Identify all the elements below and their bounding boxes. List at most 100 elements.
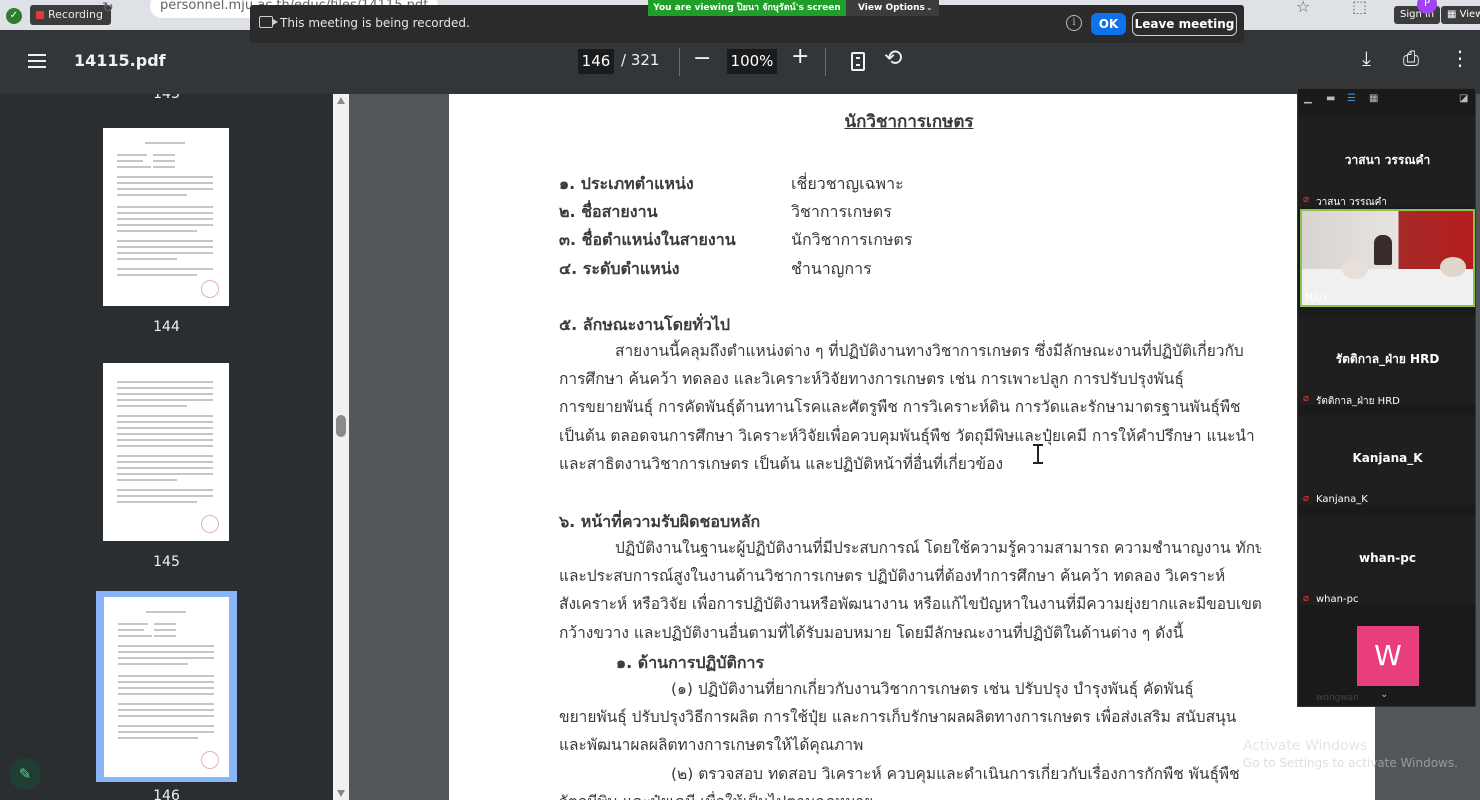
mic-muted-icon: ⌀ (1303, 393, 1310, 404)
zoom-level-input[interactable]: 100% (727, 49, 777, 74)
paragraph-line: สายงานนี้คลุมถึงตำแหน่งต่าง ๆ ที่ปฏิบัติ… (615, 342, 1244, 360)
paragraph-line: กว้างขวาง และปฏิบัติงานอื่นตามที่ได้รับม… (559, 623, 1184, 642)
view-mode-icon[interactable]: ▬ (1326, 93, 1335, 105)
section-heading: ๕. ลักษณะงานโดยทั่วไป (559, 315, 731, 334)
thumbnail-label: 144 (153, 319, 180, 335)
subsection-heading: ๑. ด้านการปฏิบัติการ (616, 653, 765, 672)
paragraph-line: และสาธิตงานวิชาการเกษตร เป็นต้น และปฏิบั… (559, 454, 1004, 473)
view-button[interactable]: ▦ View (1441, 6, 1480, 24)
zoom-out-icon[interactable]: − (693, 46, 711, 71)
field-value: นักวิชาการเกษตร (791, 230, 913, 249)
field-value: ชำนาญการ (791, 259, 872, 278)
participant-tile[interactable]: Kanjana_K ⌀ Kanjana_K (1298, 415, 1475, 505)
bookmark-star-icon[interactable]: ☆ (1296, 0, 1310, 16)
paragraph-line: ขยายพันธุ์ ปรับปรุงวิธีการผลิต การใช้ปุ๋… (559, 708, 1237, 727)
page-total: / 321 (621, 51, 660, 69)
scroll-down-icon[interactable] (337, 790, 345, 797)
camera-icon (259, 16, 278, 28)
participant-display-name: รัตติกาล_ฝ่าย HRD (1335, 352, 1440, 366)
pencil-icon[interactable]: ✎ (9, 758, 41, 790)
leave-meeting-button[interactable]: Leave meeting (1132, 12, 1237, 36)
panel-top-bar: ▁ ▬ ☰ ▦ ◪ (1298, 89, 1475, 111)
paragraph-line: การศึกษา ค้นคว้า ทดลอง และวิเคราะห์วิจัย… (559, 370, 1184, 389)
screen: ✓ Recording ↻ personnel.mju.ac.th/educ/f… (0, 0, 1480, 800)
recording-message: This meeting is being recorded. (280, 16, 470, 30)
more-options-icon[interactable]: ⋮ (1450, 46, 1470, 70)
seal-icon (201, 280, 219, 298)
thumbnail-page[interactable] (103, 128, 229, 306)
thumbnail-page-selected[interactable] (104, 597, 229, 777)
participant-name: รัตติกาล_ฝ่าย HRD (1316, 396, 1400, 407)
fit-page-icon[interactable] (851, 52, 865, 71)
participant-name: wongwan (1316, 693, 1359, 703)
participant-avatar[interactable]: W (1357, 626, 1419, 686)
flower-decoration (1342, 259, 1368, 279)
info-icon[interactable]: i (1066, 15, 1082, 31)
field-label: ๑. ประเภทตำแหน่ง (559, 174, 694, 193)
participant-display-name: Kanjana_K (1352, 451, 1423, 465)
recording-indicator[interactable]: Recording (30, 5, 112, 25)
field-label: ๓. ชื่อตำแหน่งในสายงาน (559, 230, 736, 249)
paragraph-line: และพัฒนาผลผลิตทางการเกษตรให้ได้คุณภาพ (559, 736, 864, 755)
zoom-participant-panel: ▁ ▬ ☰ ▦ ◪ วาสนา วรรณคำ ⌀ วาสนา วรรณคำ MJ… (1297, 88, 1476, 707)
speaker-view-icon[interactable]: ☰ (1347, 93, 1356, 105)
participant-name: Kanjana_K (1316, 494, 1368, 505)
mic-muted-icon: ⌀ (1303, 593, 1310, 604)
flower-decoration (1440, 257, 1466, 277)
field-label: ๒. ชื่อสายงาน (559, 202, 658, 221)
thumbnail-page[interactable] (103, 363, 229, 541)
page-number-input[interactable]: 146 (578, 49, 614, 74)
scroll-thumb[interactable] (336, 415, 346, 437)
section-paragraph: (๑) ปฏิบัติงานที่ยากเกี่ยวกับงานวิชาการเ… (559, 676, 1261, 800)
paragraph-line: (๒) ตรวจสอบ ทดสอบ วิเคราะห์ ควบคุมและดำเ… (671, 764, 1240, 783)
viewing-screen-label: You are viewing ปิยนา จักษุรัตน์'s scree… (648, 0, 846, 16)
zoom-in-icon[interactable]: + (791, 44, 809, 69)
field-value: วิชาการเกษตร (791, 202, 892, 221)
paragraph-line: (๑) ปฏิบัติงานที่ยากเกี่ยวกับงานวิชาการเ… (671, 680, 1194, 698)
rotate-icon[interactable]: ⟲ (884, 46, 902, 71)
section-heading: ๖. หน้าที่ความรับผิดชอบหลัก (559, 512, 761, 531)
mic-muted-icon: ⌀ (1303, 493, 1310, 504)
participant-video[interactable]: MJU1 (1300, 209, 1475, 307)
ok-button[interactable]: OK (1091, 13, 1126, 35)
person-figure (1374, 235, 1392, 265)
seal-icon (201, 515, 219, 533)
participant-name: whan-pc (1316, 594, 1359, 605)
reload-icon[interactable]: ↻ (102, 0, 114, 16)
document-title: นักวิชาการเกษตร (844, 112, 974, 132)
gallery-view-icon[interactable]: ▦ (1369, 93, 1378, 105)
activate-windows-subtitle: Go to Settings to activate Windows. (1243, 756, 1458, 770)
paragraph-line: วัตถุมีพิษ และปุ๋ยเคมี เพื่อให้เป็นไปตาม… (559, 789, 1261, 800)
text-cursor-icon (1033, 444, 1043, 464)
paragraph-line: ปฏิบัติงานในฐานะผู้ปฏิบัติงานที่มีประสบก… (615, 539, 1261, 557)
activate-windows-title: Activate Windows (1243, 738, 1368, 754)
chevron-down-icon[interactable]: ⌄ (926, 0, 933, 16)
sidebar-scrollbar[interactable] (333, 94, 349, 800)
minimize-icon[interactable]: ▁ (1304, 93, 1312, 105)
thumbnail-label: 143 (153, 94, 180, 102)
toolbar-divider (679, 48, 680, 76)
scroll-up-icon[interactable] (337, 97, 345, 104)
pop-out-icon[interactable]: ◪ (1459, 93, 1468, 105)
recording-label: Recording (48, 8, 104, 21)
field-label: ๔. ระดับตำแหน่ง (559, 259, 680, 278)
menu-icon[interactable] (28, 54, 46, 68)
field-value: เชี่ยวชาญเฉพาะ (791, 174, 904, 193)
pdf-file-name: 14115.pdf (74, 51, 166, 70)
extensions-icon[interactable]: ⬚ (1352, 0, 1367, 16)
participant-tile[interactable]: whan-pc ⌀ whan-pc (1298, 515, 1475, 605)
print-icon[interactable]: ⎙ (1403, 46, 1419, 70)
shield-icon[interactable]: ✓ (6, 8, 22, 24)
download-icon[interactable]: ⤓ (1362, 46, 1371, 70)
paragraph-line: สังเคราะห์ หรือวิจัย เพื่อการปฏิบัติงานห… (559, 595, 1261, 614)
toolbar-divider (825, 48, 826, 76)
view-options-button[interactable]: View Options (858, 0, 925, 16)
participant-tile[interactable]: วาสนา วรรณคำ ⌀ วาสนา วรรณคำ (1298, 117, 1475, 208)
seal-icon (201, 751, 219, 769)
participant-display-name: วาสนา วรรณคำ (1344, 153, 1431, 167)
chevron-down-icon[interactable]: ⌄ (1380, 689, 1388, 700)
thumbnail-label: 145 (153, 554, 180, 570)
participant-tile[interactable]: รัตติกาล_ฝ่าย HRD ⌀ รัตติกาล_ฝ่าย HRD (1298, 315, 1475, 407)
thumbnail-sidebar: 143 144 145 146 (0, 94, 333, 800)
screen-share-bar: You are viewing ปิยนา จักษุรัตน์'s scree… (648, 0, 939, 16)
